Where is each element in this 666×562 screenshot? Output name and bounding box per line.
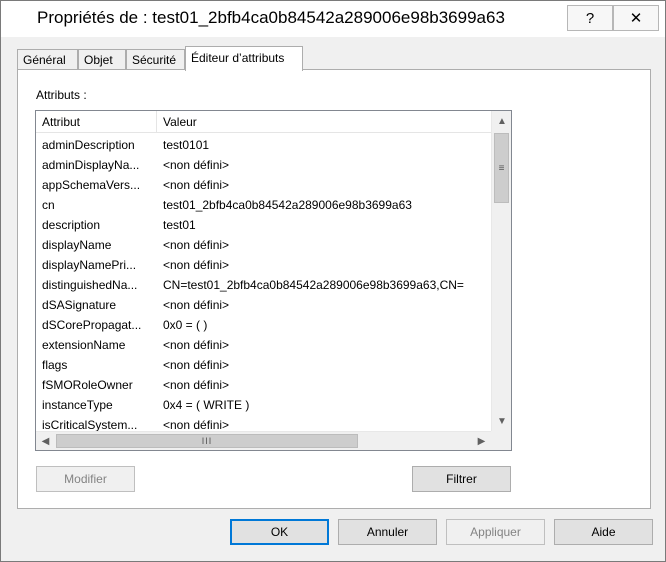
scroll-left-icon[interactable]: ◀ [36, 432, 55, 450]
attribute-value: test01_2bfb4ca0b84542a289006e98b3699a63 [163, 198, 412, 212]
horizontal-scrollbar[interactable]: ◀ III ▶ [36, 431, 491, 450]
list-item[interactable]: adminDisplayNa... <non défini> [36, 155, 491, 175]
list-item[interactable]: appSchemaVers... <non défini> [36, 175, 491, 195]
tab-securite[interactable]: Sécurité [126, 49, 185, 70]
attributes-label: Attributs : [36, 88, 87, 102]
column-header-attribute[interactable]: Attribut [36, 111, 157, 133]
attribute-value: 0x0 = ( ) [163, 318, 208, 332]
scroll-up-icon[interactable]: ▲ [492, 111, 511, 131]
list-item[interactable]: displayName <non défini> [36, 235, 491, 255]
list-rows: adminDescription test0101 adminDisplayNa..… [36, 135, 491, 431]
list-item[interactable]: cn test01_2bfb4ca0b84542a289006e98b3699a6… [36, 195, 491, 215]
attribute-name: displayNamePri... [42, 258, 137, 272]
close-icon: ✕ [629, 10, 643, 27]
attribute-value: 0x4 = ( WRITE ) [163, 398, 250, 412]
filtrer-button[interactable]: Filtrer [412, 466, 511, 492]
attribute-value: CN=test01_2bfb4ca0b84542a289006e98b3699a… [163, 278, 464, 292]
annuler-button[interactable]: Annuler [338, 519, 437, 545]
attribute-name: isCriticalSystem... [42, 418, 138, 431]
horizontal-scroll-thumb[interactable]: III [56, 434, 358, 448]
attribute-value: <non défini> [163, 418, 230, 431]
list-item[interactable]: instanceType 0x4 = ( WRITE ) [36, 395, 491, 415]
tab-general[interactable]: Général [17, 49, 78, 70]
tab-label: Éditeur d’attributs [191, 51, 285, 65]
attribute-value: test01 [163, 218, 196, 232]
list-item[interactable]: isCriticalSystem... <non défini> [36, 415, 491, 431]
attribute-value: <non défini> [163, 358, 230, 372]
attribute-name: dSCorePropagat... [42, 318, 142, 332]
properties-dialog: Propriétés de : test01_2bfb4ca0b84542a28… [0, 0, 666, 562]
list-item[interactable]: distinguishedNa... CN=test01_2bfb4ca0b845… [36, 275, 491, 295]
attribute-value: <non défini> [163, 258, 230, 272]
tab-label: Objet [84, 53, 113, 67]
tab-panel: Attributs : Attribut Valeur adminDescrip… [17, 69, 651, 509]
list-item[interactable]: dSCorePropagat... 0x0 = ( ) [36, 315, 491, 335]
attribute-value: <non défini> [163, 238, 230, 252]
attribute-value: <non défini> [163, 338, 230, 352]
list-item[interactable]: displayNamePri... <non défini> [36, 255, 491, 275]
ok-button[interactable]: OK [230, 519, 329, 545]
vertical-scrollbar[interactable]: ▲ ≡ ▼ [491, 111, 511, 431]
attributes-list[interactable]: Attribut Valeur adminDescription test0101… [35, 110, 512, 451]
list-header: Attribut Valeur [36, 111, 491, 133]
tab-label: Général [23, 53, 66, 67]
list-item[interactable]: fSMORoleOwner <non défini> [36, 375, 491, 395]
tab-objet[interactable]: Objet [78, 49, 126, 70]
aide-button[interactable]: Aide [554, 519, 653, 545]
scroll-down-icon[interactable]: ▼ [492, 411, 511, 431]
attribute-name: flags [42, 358, 68, 372]
attribute-name: description [42, 218, 101, 232]
attribute-value: test0101 [163, 138, 210, 152]
attribute-name: cn [42, 198, 55, 212]
help-button[interactable]: ? [567, 5, 613, 31]
column-header-value[interactable]: Valeur [157, 111, 491, 133]
list-item[interactable]: adminDescription test0101 [36, 135, 491, 155]
attribute-value: <non défini> [163, 158, 230, 172]
scroll-right-icon[interactable]: ▶ [472, 432, 491, 450]
attribute-name: adminDescription [42, 138, 135, 152]
tab-label: Sécurité [132, 53, 177, 67]
attribute-name: adminDisplayNa... [42, 158, 140, 172]
attribute-name: distinguishedNa... [42, 278, 138, 292]
attribute-name: instanceType [42, 398, 113, 412]
help-icon: ? [585, 9, 595, 27]
attribute-name: extensionName [42, 338, 126, 352]
attribute-name: displayName [42, 238, 112, 252]
modifier-button[interactable]: Modifier [36, 466, 135, 492]
scroll-corner [491, 431, 511, 450]
attribute-name: appSchemaVers... [42, 178, 141, 192]
attribute-name: dSASignature [42, 298, 117, 312]
attribute-value: <non défini> [163, 378, 230, 392]
tab-attribute-editor[interactable]: Éditeur d’attributs [185, 46, 303, 71]
title-bar: Propriétés de : test01_2bfb4ca0b84542a28… [1, 1, 665, 37]
list-item[interactable]: flags <non défini> [36, 355, 491, 375]
list-item[interactable]: dSASignature <non défini> [36, 295, 491, 315]
list-item[interactable]: extensionName <non défini> [36, 335, 491, 355]
vertical-scroll-thumb[interactable]: ≡ [494, 133, 509, 203]
list-item[interactable]: description test01 [36, 215, 491, 235]
attribute-name: fSMORoleOwner [42, 378, 133, 392]
attribute-value: <non défini> [163, 298, 230, 312]
appliquer-button[interactable]: Appliquer [446, 519, 545, 545]
attribute-value: <non défini> [163, 178, 230, 192]
close-button[interactable]: ✕ [613, 5, 659, 31]
window-title: Propriétés de : test01_2bfb4ca0b84542a28… [37, 8, 505, 27]
